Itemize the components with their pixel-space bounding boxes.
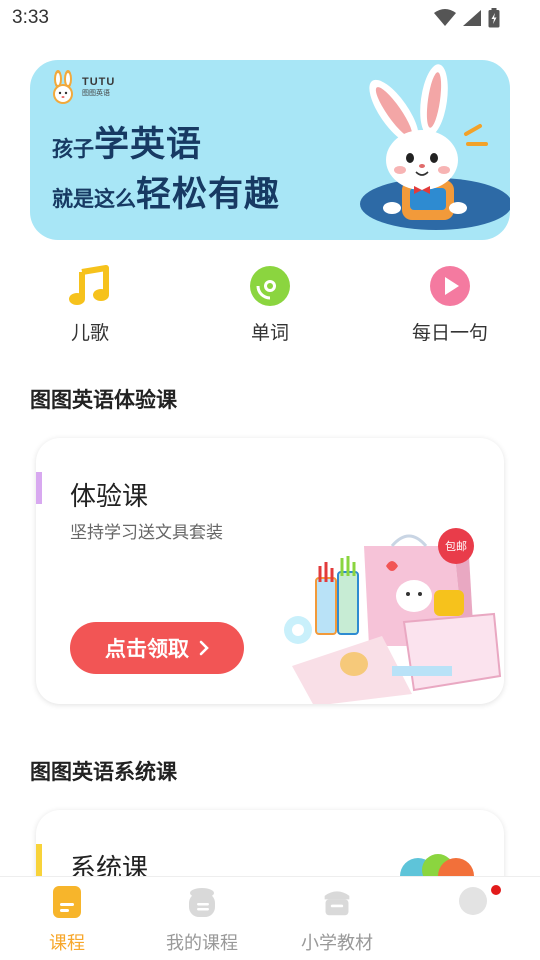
free-shipping-badge-label: 包邮: [445, 540, 467, 553]
status-bar: 3:33: [0, 0, 540, 36]
card-accent-bar: [36, 844, 42, 876]
promo-banner[interactable]: TUTU 图图英语 孩子学英语 就是这么轻松有趣: [30, 60, 510, 240]
quick-nav-label: 儿歌: [70, 322, 109, 344]
system-section-title: 图图英语系统课: [30, 760, 177, 784]
trial-section-title: 图图英语体验课: [30, 388, 177, 412]
disc-icon: [248, 264, 292, 308]
banner-line2-small: 就是这么: [52, 187, 136, 211]
claim-button[interactable]: 点击领取: [70, 622, 244, 674]
chevron-right-icon: [199, 640, 209, 656]
tutu-logo: TUTU 图图英语: [48, 70, 115, 104]
bottom-nav-label: 我的课程: [166, 933, 238, 954]
notification-dot: [491, 885, 501, 895]
logo-chinese: 图图英语: [82, 89, 110, 97]
free-shipping-badge: 包邮: [438, 528, 474, 564]
claim-button-label: 点击领取: [105, 637, 189, 661]
bottom-nav: 课程 我的课程 小学教材: [0, 876, 540, 960]
status-icons: [434, 8, 500, 28]
bottom-nav-label: 课程: [49, 933, 85, 954]
course-icon: [52, 885, 82, 919]
trial-card-title: 体验课: [70, 482, 149, 512]
textbook-icon: [322, 885, 352, 919]
rabbit-mascot-illustration: [360, 64, 510, 230]
card-accent-bar: [36, 472, 42, 504]
banner-line2-big: 轻松有趣: [136, 175, 281, 215]
my-course-icon: [187, 885, 217, 919]
signal-icon: [463, 10, 481, 26]
wifi-icon: [434, 9, 456, 26]
trial-course-card[interactable]: 体验课 坚持学习送文具套装 点击领取 包邮: [36, 438, 504, 704]
bottom-nav-textbooks[interactable]: 小学教材: [272, 885, 402, 955]
logo-english: TUTU: [82, 76, 116, 88]
quick-nav-words[interactable]: 单词: [210, 264, 330, 345]
quick-nav-songs[interactable]: 儿歌: [30, 264, 150, 345]
quick-nav: 儿歌 单词 每日一句: [0, 264, 540, 354]
banner-line1-small: 孩子: [52, 137, 94, 161]
quick-nav-label: 单词: [250, 322, 289, 344]
banner-line1-big: 学英语: [94, 125, 203, 165]
trial-card-subtitle: 坚持学习送文具套装: [70, 523, 223, 543]
play-circle-icon: [428, 264, 472, 308]
bottom-nav-profile[interactable]: [408, 885, 538, 929]
banner-headline-1: 孩子学英语: [52, 116, 202, 167]
bunny-logo-icon: [53, 70, 73, 104]
bottom-nav-courses[interactable]: 课程: [2, 885, 132, 955]
music-note-icon: [68, 264, 112, 308]
quick-nav-daily-sentence[interactable]: 每日一句: [390, 264, 510, 345]
battery-icon: [488, 8, 500, 28]
bottom-nav-my-courses[interactable]: 我的课程: [137, 885, 267, 955]
profile-icon: [458, 885, 488, 919]
bottom-nav-label: 小学教材: [301, 933, 373, 954]
status-time: 3:33: [12, 7, 49, 28]
banner-headline-2: 就是这么轻松有趣: [52, 166, 280, 217]
quick-nav-label: 每日一句: [411, 322, 488, 344]
